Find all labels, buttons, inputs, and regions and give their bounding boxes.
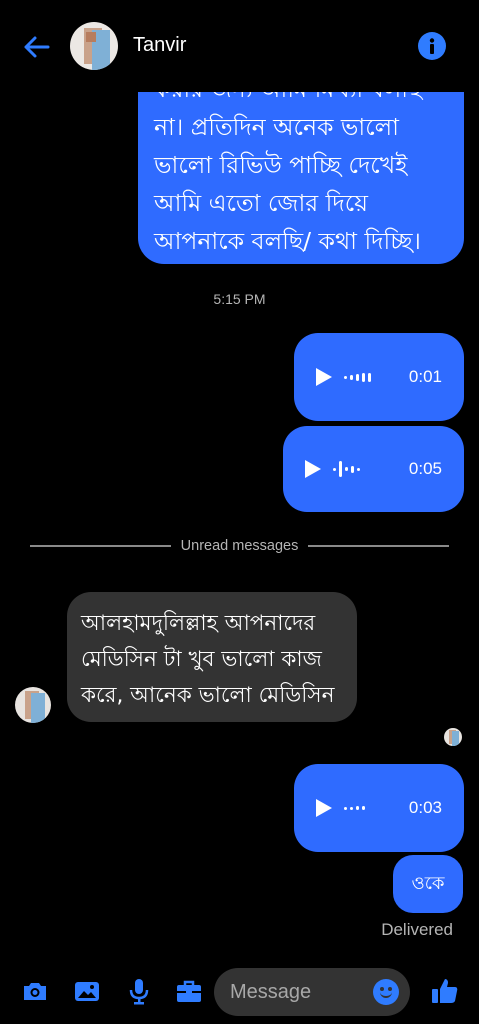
contact-name[interactable]: Tanvir: [133, 34, 186, 57]
contact-avatar[interactable]: [70, 22, 118, 70]
waveform: [344, 806, 365, 810]
thumbs-up-icon: [432, 979, 458, 1003]
voice-duration: 0:01: [408, 367, 442, 386]
emoji-icon[interactable]: [373, 979, 399, 1005]
business-tools-button[interactable]: [174, 976, 204, 1006]
voice-duration: 0:05: [408, 459, 442, 478]
seen-indicator-avatar: [444, 728, 462, 746]
waveform: [333, 461, 360, 477]
unread-label: Unread messages: [180, 538, 299, 554]
camera-icon: [24, 983, 46, 1000]
gallery-button[interactable]: [72, 976, 102, 1006]
voice-record-button[interactable]: [124, 976, 154, 1006]
microphone-icon: [129, 979, 149, 1005]
voice-duration: 0:03: [408, 798, 442, 817]
outgoing-message-text[interactable]: ওকে: [393, 855, 463, 913]
play-icon[interactable]: [316, 368, 332, 386]
divider-line: [30, 545, 171, 547]
divider-line: [308, 545, 450, 547]
image-icon: [75, 982, 99, 1001]
info-icon: [429, 38, 435, 54]
back-arrow-icon: [24, 36, 50, 58]
camera-button[interactable]: [20, 976, 50, 1006]
message-composer: [0, 960, 479, 1024]
avatar-photo: [444, 728, 462, 746]
avatar-photo: [15, 687, 51, 723]
back-button[interactable]: [18, 30, 54, 64]
like-button[interactable]: [430, 976, 460, 1006]
play-icon[interactable]: [305, 460, 321, 478]
contact-avatar[interactable]: [15, 687, 51, 723]
message-text: ওকে: [411, 872, 445, 894]
avatar-photo: [70, 22, 118, 70]
message-text: আলহামদুলিল্লাহ আপনাদের মেডিসিন টা খুব ভা…: [81, 611, 335, 708]
waveform: [344, 372, 371, 382]
voice-message[interactable]: 0:05: [283, 426, 464, 512]
unread-divider: Unread messages: [30, 536, 450, 556]
incoming-message-text[interactable]: আলহামদুলিল্লাহ আপনাদের মেডিসিন টা খুব ভা…: [67, 592, 357, 722]
voice-message[interactable]: 0:01: [294, 333, 464, 421]
timestamp: 5:15 PM: [213, 291, 266, 307]
message-text: করার জন্য আমি মিথ্যা বলছি না। প্রতিদিন অ…: [154, 75, 422, 255]
info-button[interactable]: [418, 32, 446, 60]
play-icon[interactable]: [316, 799, 332, 817]
delivery-status: Delivered: [381, 920, 453, 939]
chat-header: Tanvir: [0, 0, 479, 92]
briefcase-icon: [177, 980, 201, 1002]
voice-message[interactable]: 0:03: [294, 764, 464, 852]
